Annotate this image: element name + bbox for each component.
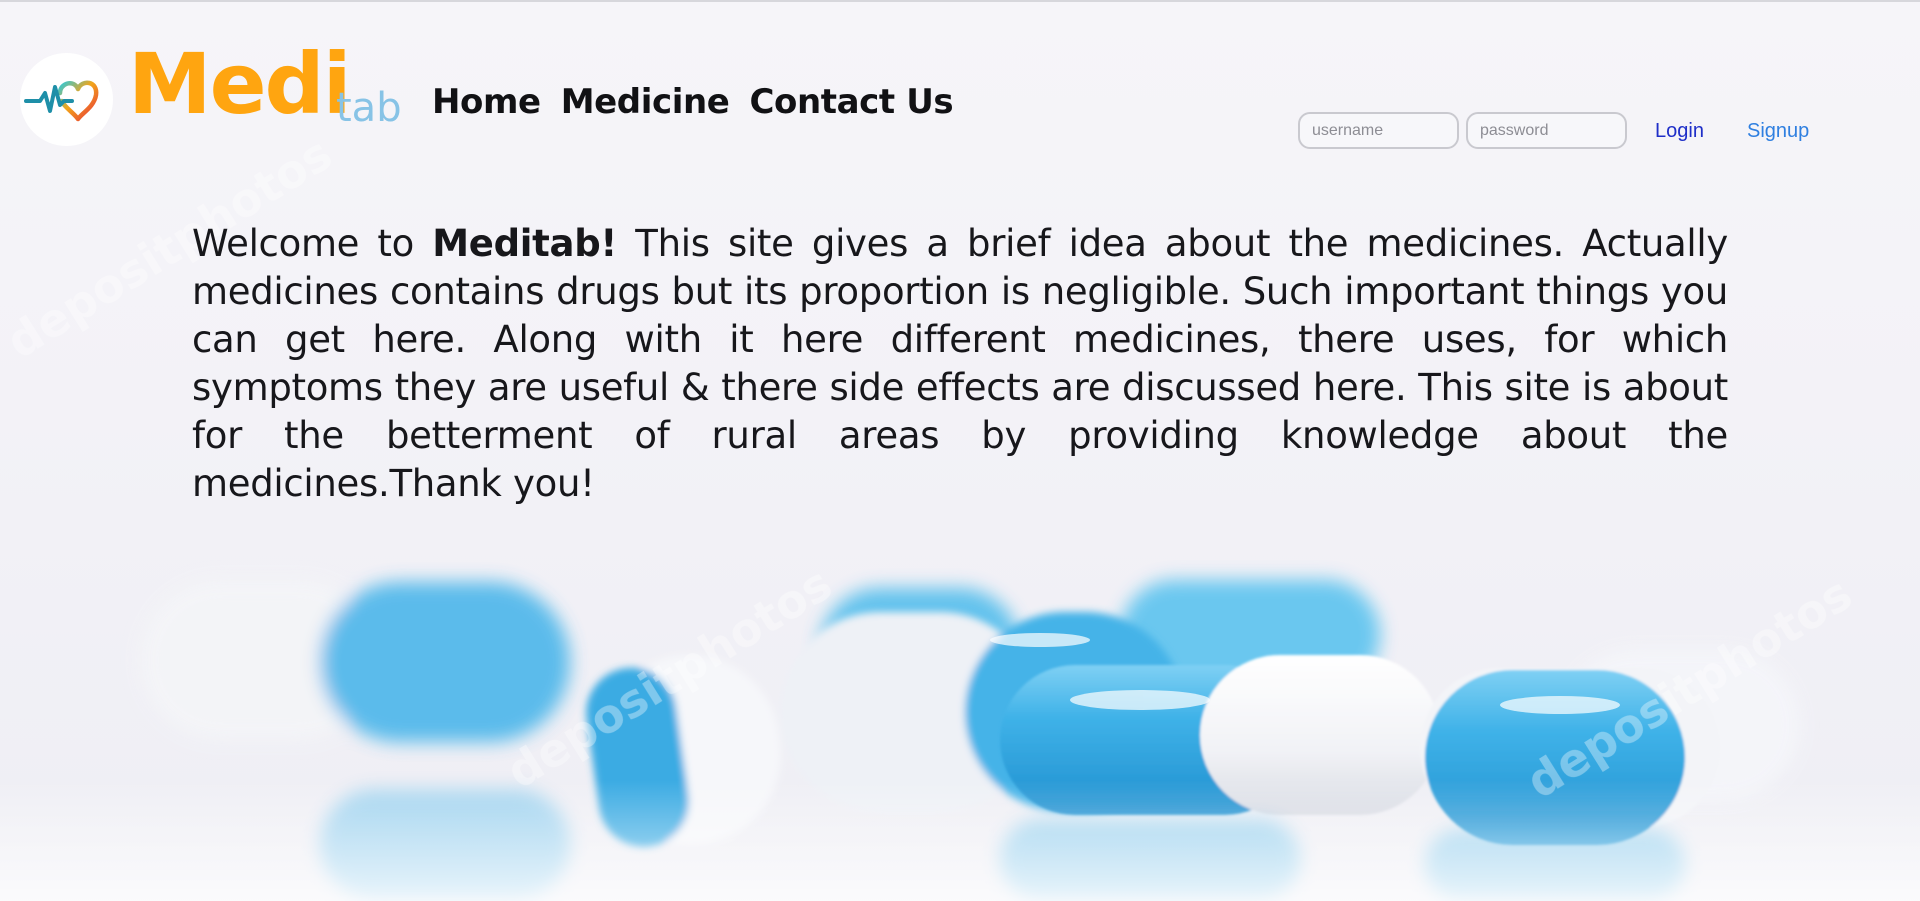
heartbeat-heart-icon: [24, 80, 99, 122]
login-link[interactable]: Login: [1655, 118, 1704, 144]
welcome-prefix: Welcome to: [192, 222, 433, 265]
main-nav: Home Medicine Contact Us: [432, 80, 954, 124]
welcome-brand: Meditab!: [432, 222, 617, 265]
password-input[interactable]: [1466, 112, 1627, 149]
brand-name-secondary: tab: [336, 85, 402, 131]
logo[interactable]: [20, 53, 113, 146]
username-input[interactable]: [1298, 112, 1459, 149]
brand-name-primary: Medi: [128, 35, 351, 133]
welcome-paragraph: Welcome to Meditab! This site gives a br…: [192, 220, 1728, 508]
signup-link[interactable]: Signup: [1747, 118, 1809, 144]
nav-medicine[interactable]: Medicine: [561, 80, 730, 124]
nav-contact-us[interactable]: Contact Us: [749, 80, 953, 124]
nav-home[interactable]: Home: [432, 80, 541, 124]
